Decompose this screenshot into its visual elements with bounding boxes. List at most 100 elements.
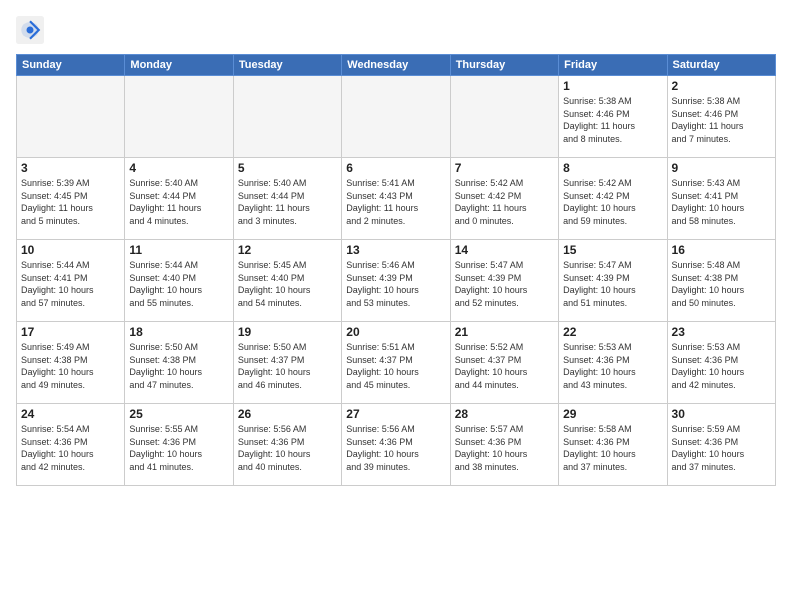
day-number: 12 [238,243,337,257]
day-detail: Sunrise: 5:39 AM Sunset: 4:45 PM Dayligh… [21,177,120,227]
week-row-2: 10 Sunrise: 5:44 AM Sunset: 4:41 PM Dayli… [17,240,776,322]
calendar-cell: 19 Sunrise: 5:50 AM Sunset: 4:37 PM Dayli… [233,322,341,404]
logo [16,16,48,44]
calendar-cell: 18 Sunrise: 5:50 AM Sunset: 4:38 PM Dayli… [125,322,233,404]
day-number: 7 [455,161,554,175]
day-detail: Sunrise: 5:53 AM Sunset: 4:36 PM Dayligh… [563,341,662,391]
calendar-cell: 20 Sunrise: 5:51 AM Sunset: 4:37 PM Dayli… [342,322,450,404]
day-detail: Sunrise: 5:50 AM Sunset: 4:38 PM Dayligh… [129,341,228,391]
weekday-header-wednesday: Wednesday [342,55,450,76]
day-detail: Sunrise: 5:46 AM Sunset: 4:39 PM Dayligh… [346,259,445,309]
calendar-cell: 12 Sunrise: 5:45 AM Sunset: 4:40 PM Dayli… [233,240,341,322]
day-number: 19 [238,325,337,339]
day-detail: Sunrise: 5:38 AM Sunset: 4:46 PM Dayligh… [672,95,771,145]
day-number: 16 [672,243,771,257]
calendar-cell: 26 Sunrise: 5:56 AM Sunset: 4:36 PM Dayli… [233,404,341,486]
day-detail: Sunrise: 5:59 AM Sunset: 4:36 PM Dayligh… [672,423,771,473]
calendar-cell: 1Sunrise: 5:38 AM Sunset: 4:46 PM Daylig… [559,76,667,158]
day-number: 23 [672,325,771,339]
calendar-cell: 30 Sunrise: 5:59 AM Sunset: 4:36 PM Dayli… [667,404,775,486]
calendar-cell: 29Sunrise: 5:58 AM Sunset: 4:36 PM Dayli… [559,404,667,486]
day-number: 3 [21,161,120,175]
day-detail: Sunrise: 5:45 AM Sunset: 4:40 PM Dayligh… [238,259,337,309]
calendar-cell: 25 Sunrise: 5:55 AM Sunset: 4:36 PM Dayli… [125,404,233,486]
day-number: 11 [129,243,228,257]
calendar-cell: 27 Sunrise: 5:56 AM Sunset: 4:36 PM Dayli… [342,404,450,486]
day-number: 4 [129,161,228,175]
day-detail: Sunrise: 5:58 AM Sunset: 4:36 PM Dayligh… [563,423,662,473]
day-detail: Sunrise: 5:38 AM Sunset: 4:46 PM Dayligh… [563,95,662,145]
calendar-cell: 7 Sunrise: 5:42 AM Sunset: 4:42 PM Daylig… [450,158,558,240]
day-number: 21 [455,325,554,339]
day-detail: Sunrise: 5:44 AM Sunset: 4:40 PM Dayligh… [129,259,228,309]
header [16,16,776,44]
weekday-header-friday: Friday [559,55,667,76]
calendar-cell: 8 Sunrise: 5:42 AM Sunset: 4:42 PM Daylig… [559,158,667,240]
calendar-body: 1Sunrise: 5:38 AM Sunset: 4:46 PM Daylig… [17,76,776,486]
day-number: 15 [563,243,662,257]
day-detail: Sunrise: 5:49 AM Sunset: 4:38 PM Dayligh… [21,341,120,391]
day-number: 17 [21,325,120,339]
day-number: 20 [346,325,445,339]
calendar-cell [125,76,233,158]
week-row-4: 24Sunrise: 5:54 AM Sunset: 4:36 PM Dayli… [17,404,776,486]
weekday-header-saturday: Saturday [667,55,775,76]
day-number: 22 [563,325,662,339]
day-detail: Sunrise: 5:53 AM Sunset: 4:36 PM Dayligh… [672,341,771,391]
day-detail: Sunrise: 5:42 AM Sunset: 4:42 PM Dayligh… [455,177,554,227]
day-number: 10 [21,243,120,257]
week-row-3: 17 Sunrise: 5:49 AM Sunset: 4:38 PM Dayli… [17,322,776,404]
day-number: 28 [455,407,554,421]
weekday-header-sunday: Sunday [17,55,125,76]
week-row-0: 1Sunrise: 5:38 AM Sunset: 4:46 PM Daylig… [17,76,776,158]
day-detail: Sunrise: 5:41 AM Sunset: 4:43 PM Dayligh… [346,177,445,227]
weekday-header-thursday: Thursday [450,55,558,76]
calendar-cell: 2 Sunrise: 5:38 AM Sunset: 4:46 PM Daylig… [667,76,775,158]
weekday-row: SundayMondayTuesdayWednesdayThursdayFrid… [17,55,776,76]
weekday-header-monday: Monday [125,55,233,76]
day-detail: Sunrise: 5:44 AM Sunset: 4:41 PM Dayligh… [21,259,120,309]
day-detail: Sunrise: 5:47 AM Sunset: 4:39 PM Dayligh… [563,259,662,309]
day-number: 6 [346,161,445,175]
day-detail: Sunrise: 5:42 AM Sunset: 4:42 PM Dayligh… [563,177,662,227]
day-number: 27 [346,407,445,421]
day-detail: Sunrise: 5:52 AM Sunset: 4:37 PM Dayligh… [455,341,554,391]
calendar-cell: 23 Sunrise: 5:53 AM Sunset: 4:36 PM Dayli… [667,322,775,404]
day-detail: Sunrise: 5:56 AM Sunset: 4:36 PM Dayligh… [238,423,337,473]
day-detail: Sunrise: 5:56 AM Sunset: 4:36 PM Dayligh… [346,423,445,473]
calendar-cell [342,76,450,158]
calendar-cell: 11 Sunrise: 5:44 AM Sunset: 4:40 PM Dayli… [125,240,233,322]
day-number: 30 [672,407,771,421]
calendar-cell [450,76,558,158]
day-number: 2 [672,79,771,93]
day-number: 25 [129,407,228,421]
week-row-1: 3 Sunrise: 5:39 AM Sunset: 4:45 PM Daylig… [17,158,776,240]
day-detail: Sunrise: 5:51 AM Sunset: 4:37 PM Dayligh… [346,341,445,391]
day-detail: Sunrise: 5:40 AM Sunset: 4:44 PM Dayligh… [238,177,337,227]
calendar-cell: 4 Sunrise: 5:40 AM Sunset: 4:44 PM Daylig… [125,158,233,240]
day-number: 5 [238,161,337,175]
calendar-header: SundayMondayTuesdayWednesdayThursdayFrid… [17,55,776,76]
day-number: 14 [455,243,554,257]
day-detail: Sunrise: 5:40 AM Sunset: 4:44 PM Dayligh… [129,177,228,227]
calendar-cell: 10 Sunrise: 5:44 AM Sunset: 4:41 PM Dayli… [17,240,125,322]
day-number: 26 [238,407,337,421]
calendar-cell [233,76,341,158]
day-number: 18 [129,325,228,339]
calendar-cell: 5 Sunrise: 5:40 AM Sunset: 4:44 PM Daylig… [233,158,341,240]
day-detail: Sunrise: 5:43 AM Sunset: 4:41 PM Dayligh… [672,177,771,227]
calendar-cell: 13Sunrise: 5:46 AM Sunset: 4:39 PM Dayli… [342,240,450,322]
calendar: SundayMondayTuesdayWednesdayThursdayFrid… [16,54,776,486]
day-detail: Sunrise: 5:47 AM Sunset: 4:39 PM Dayligh… [455,259,554,309]
calendar-cell: 17 Sunrise: 5:49 AM Sunset: 4:38 PM Dayli… [17,322,125,404]
calendar-cell: 21 Sunrise: 5:52 AM Sunset: 4:37 PM Dayli… [450,322,558,404]
calendar-cell: 3 Sunrise: 5:39 AM Sunset: 4:45 PM Daylig… [17,158,125,240]
day-detail: Sunrise: 5:50 AM Sunset: 4:37 PM Dayligh… [238,341,337,391]
day-detail: Sunrise: 5:57 AM Sunset: 4:36 PM Dayligh… [455,423,554,473]
day-number: 8 [563,161,662,175]
calendar-cell: 15 Sunrise: 5:47 AM Sunset: 4:39 PM Dayli… [559,240,667,322]
day-number: 24 [21,407,120,421]
page: SundayMondayTuesdayWednesdayThursdayFrid… [0,0,792,612]
day-detail: Sunrise: 5:55 AM Sunset: 4:36 PM Dayligh… [129,423,228,473]
day-detail: Sunrise: 5:48 AM Sunset: 4:38 PM Dayligh… [672,259,771,309]
